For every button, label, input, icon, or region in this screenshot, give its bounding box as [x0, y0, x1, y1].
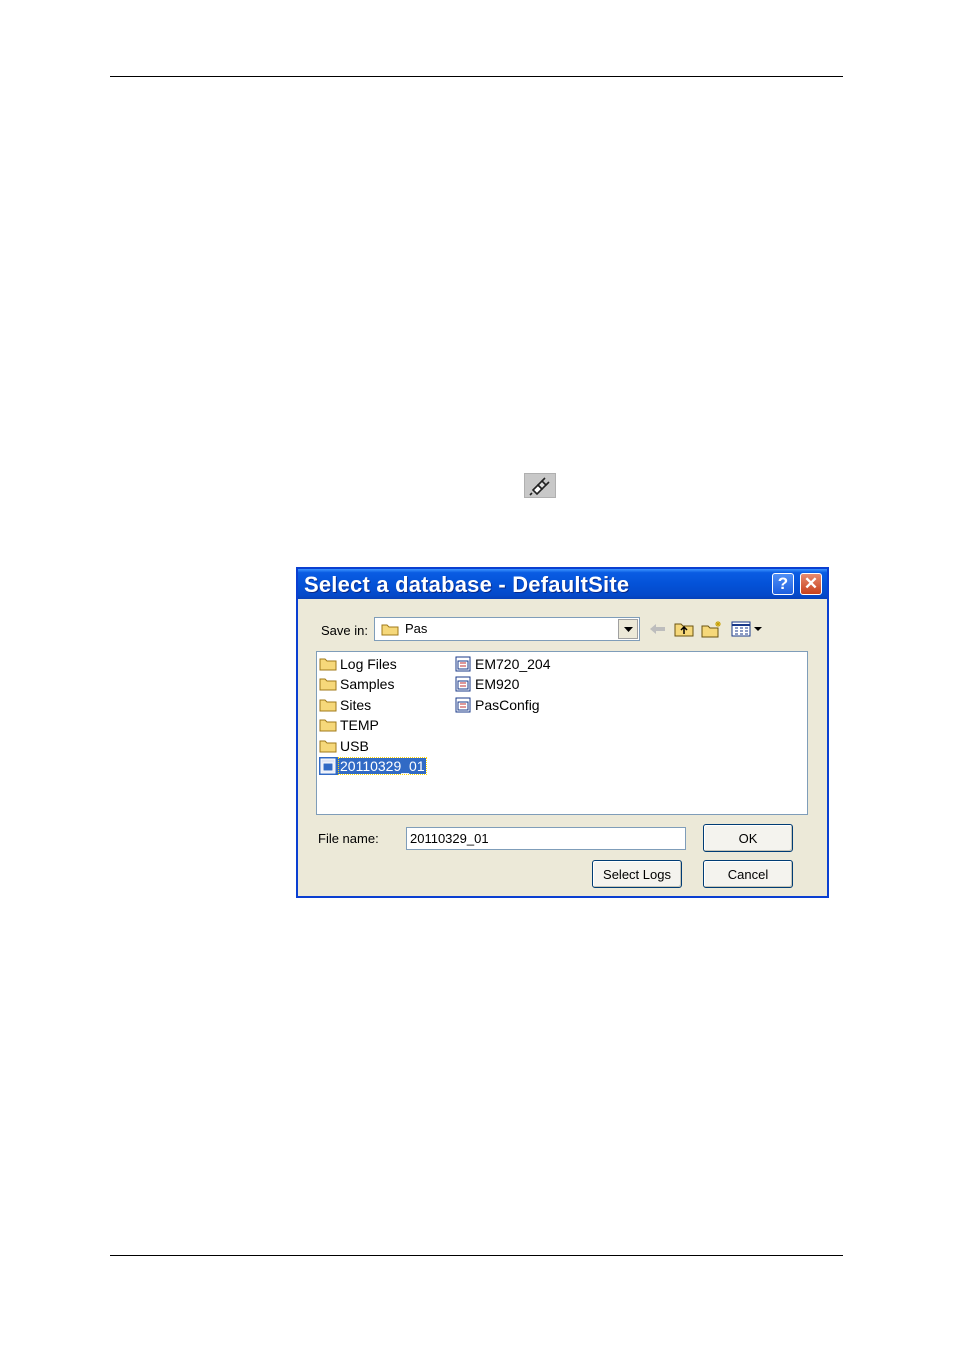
folder-icon [319, 696, 339, 714]
up-folder-icon[interactable] [673, 619, 695, 639]
list-item-label: USB [340, 737, 369, 754]
dialog-title: Select a database - DefaultSite [304, 572, 630, 597]
list-item[interactable]: EM920 [454, 674, 520, 693]
close-icon: ✕ [803, 574, 819, 593]
cancel-button[interactable]: Cancel [703, 860, 793, 888]
list-item[interactable]: Log Files [319, 654, 398, 673]
folder-icon [381, 622, 399, 641]
back-arrow-icon[interactable] [647, 619, 669, 639]
database-file-icon [454, 675, 474, 693]
list-item-selected[interactable]: 20110329_01 [319, 756, 427, 775]
views-menu-icon[interactable] [730, 619, 766, 639]
help-button[interactable]: ? [772, 573, 794, 595]
chevron-down-icon[interactable] [618, 619, 638, 639]
list-item[interactable]: PasConfig [454, 695, 541, 714]
database-file-icon [454, 696, 474, 714]
folder-icon [319, 675, 339, 693]
list-item-label: PasConfig [475, 696, 540, 713]
select-database-dialog: Select a database - DefaultSite ? ✕ Save… [296, 567, 829, 898]
help-icon: ? [777, 574, 789, 593]
title-bar[interactable]: Select a database - DefaultSite ? ✕ [298, 569, 827, 599]
list-item-label: TEMP [340, 716, 379, 733]
list-item-label: Log Files [340, 655, 397, 672]
file-name-input[interactable]: 20110329_01 [406, 827, 686, 850]
list-item[interactable]: Sites [319, 695, 372, 714]
save-in-label: Save in: [321, 623, 368, 638]
header-rule [110, 76, 843, 77]
list-item[interactable]: TEMP [319, 715, 380, 734]
folder-icon [319, 737, 339, 755]
save-in-combo[interactable]: Pas [374, 617, 640, 641]
database-file-icon [454, 655, 474, 673]
new-folder-icon[interactable] [701, 619, 723, 639]
list-item-label: 20110329_01 [338, 756, 427, 775]
ok-button[interactable]: OK [703, 824, 793, 852]
list-item[interactable]: USB [319, 736, 370, 755]
file-list[interactable]: Log Files Samples Sites TEMP USB 2011032… [316, 651, 808, 815]
connect-plug-icon[interactable] [524, 473, 556, 498]
save-in-value: Pas [405, 621, 428, 636]
close-button[interactable]: ✕ [800, 573, 822, 595]
list-item[interactable]: EM720_204 [454, 654, 552, 673]
list-item-label: Sites [340, 696, 372, 713]
list-item-label: EM720_204 [475, 655, 551, 672]
list-item-label: EM920 [475, 675, 520, 692]
database-file-icon [319, 756, 339, 775]
list-item-label: Samples [340, 675, 395, 692]
select-logs-button[interactable]: Select Logs [592, 860, 682, 888]
folder-icon [319, 655, 339, 673]
folder-icon [319, 716, 339, 734]
file-name-label: File name: [318, 831, 379, 846]
list-item[interactable]: Samples [319, 674, 395, 693]
footer-rule [110, 1255, 843, 1256]
